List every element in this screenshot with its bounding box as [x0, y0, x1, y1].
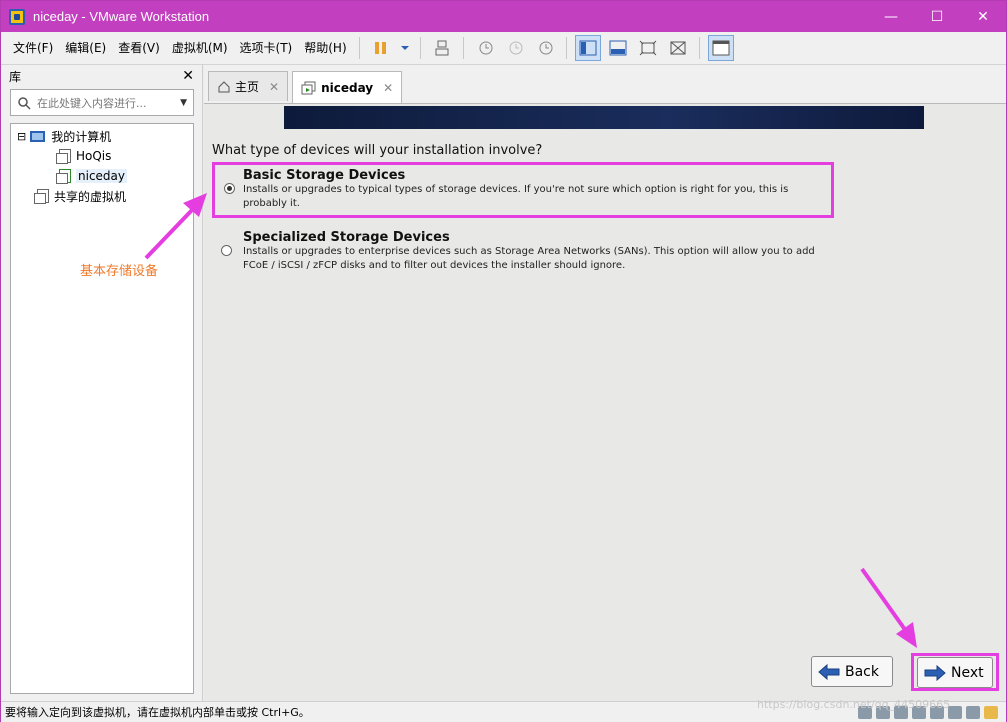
show-library-button[interactable] [574, 35, 601, 61]
vm-running-icon [55, 169, 71, 184]
console-icon [712, 40, 730, 56]
network-icon [435, 40, 449, 56]
message-icon[interactable] [984, 705, 998, 719]
vmware-window: niceday - VMware Workstation — ☐ ✕ 文件(F)… [0, 0, 1007, 722]
unity-button[interactable] [665, 35, 691, 61]
window-title: niceday - VMware Workstation [33, 9, 210, 24]
basic-storage-title: Basic Storage Devices [243, 168, 406, 183]
collapse-icon[interactable]: ⊟ [17, 130, 26, 143]
send-ctrl-alt-del-button[interactable] [429, 35, 455, 61]
search-placeholder: 在此处键入内容进行... [37, 96, 147, 110]
library-sidebar: 库 ✕ 在此处键入内容进行... ▼ ⊟ 我的计算机 HoQis niceday [1, 65, 203, 701]
next-button-highlight: Next [911, 653, 999, 691]
maximize-button[interactable]: ☐ [914, 1, 960, 32]
toolbar-separator [358, 37, 360, 59]
menu-edit[interactable]: 编辑(E) [59, 36, 112, 60]
arrow-left-icon [818, 663, 840, 680]
search-dropdown-icon[interactable]: ▼ [180, 98, 187, 108]
unity-icon [670, 41, 686, 55]
tab-niceday[interactable]: niceday ✕ [292, 71, 403, 103]
shared-vm-icon [33, 189, 49, 204]
storage-question: What type of devices will your installat… [212, 143, 543, 158]
tree-label-shared: 共享的虚拟机 [54, 189, 127, 204]
menu-file[interactable]: 文件(F) [7, 36, 59, 60]
back-button-label: Back [845, 663, 879, 680]
display-icon[interactable] [966, 705, 980, 719]
tab-home-close-icon[interactable]: ✕ [269, 80, 279, 94]
tab-niceday-label: niceday [321, 80, 374, 95]
tab-home[interactable]: 主页 ✕ [208, 71, 289, 101]
vm-console[interactable]: What type of devices will your installat… [204, 103, 1006, 701]
back-button[interactable]: Back [811, 656, 893, 687]
next-button[interactable]: Next [917, 657, 993, 688]
radio-basic-storage[interactable] [224, 183, 235, 194]
fullscreen-icon [639, 40, 656, 56]
tab-home-label: 主页 [235, 80, 260, 94]
tree-item-shared-vms[interactable]: 共享的虚拟机 [33, 186, 126, 206]
search-icon [18, 96, 31, 110]
tree-item-niceday[interactable]: niceday [55, 166, 127, 186]
pause-button[interactable] [368, 35, 394, 61]
clock-icon [509, 41, 523, 55]
minimize-button[interactable]: — [868, 1, 914, 32]
close-library-button[interactable]: ✕ [182, 68, 194, 84]
tree-label-niceday: niceday [76, 169, 127, 183]
toolbar-separator [565, 37, 567, 59]
home-icon [218, 80, 230, 92]
tab-niceday-close-icon[interactable]: ✕ [383, 81, 393, 95]
computer-icon [30, 129, 46, 143]
full-screen-button[interactable] [635, 35, 661, 61]
clock-icon [479, 41, 493, 55]
arrow-right-icon [924, 664, 946, 681]
watermark: https://blog.csdn.net/qq_44509665 [757, 698, 951, 711]
library-header: 库 ✕ [1, 65, 202, 87]
menu-vm[interactable]: 虚拟机(M) [166, 36, 234, 60]
tree-item-my-computer[interactable]: ⊟ 我的计算机 [17, 126, 111, 146]
basic-storage-desc: Installs or upgrades to typical types of… [243, 184, 789, 209]
vmware-app-icon [9, 8, 25, 25]
title-bar: niceday - VMware Workstation — ☐ ✕ [1, 1, 1006, 32]
annotation-label: 基本存储设备 [80, 264, 159, 279]
vm-tab-icon [301, 81, 316, 94]
library-title: 库 [9, 69, 22, 84]
sidebar-icon [579, 40, 597, 56]
menu-toolbar: 文件(F) 编辑(E) 查看(V) 虚拟机(M) 选项卡(T) 帮助(H) [1, 32, 1006, 65]
thumbnail-icon [609, 40, 627, 56]
library-search-input[interactable]: 在此处键入内容进行... ▼ [10, 89, 194, 116]
tree-label-hoqis: HoQis [76, 149, 112, 163]
library-tree: ⊟ 我的计算机 HoQis niceday 共享的虚拟机 [10, 123, 194, 694]
specialized-storage-title: Specialized Storage Devices [243, 230, 450, 245]
menu-tabs[interactable]: 选项卡(T) [234, 36, 299, 60]
clock-icon [539, 41, 553, 55]
tree-item-hoqis[interactable]: HoQis [55, 146, 111, 166]
next-button-label: Next [951, 664, 984, 681]
close-window-button[interactable]: ✕ [960, 1, 1006, 32]
menu-help[interactable]: 帮助(H) [298, 36, 352, 60]
radio-specialized-storage[interactable] [221, 245, 232, 256]
specialized-storage-desc: Installs or upgrades to enterprise devic… [243, 246, 815, 271]
power-dropdown-button[interactable] [398, 35, 412, 61]
main-area: 主页 ✕ niceday ✕ What type of devices will… [204, 65, 1006, 701]
thumbnail-bar-button[interactable] [605, 35, 631, 61]
installer-banner [284, 106, 924, 129]
option-specialized-storage[interactable]: Specialized Storage Devices Installs or … [212, 227, 834, 273]
snapshot-manager-button[interactable] [532, 35, 558, 61]
snapshot-revert-button[interactable] [502, 35, 528, 61]
tree-label-my-computer: 我的计算机 [51, 129, 112, 144]
toolbar-separator [419, 37, 421, 59]
option-basic-storage[interactable]: Basic Storage Devices Installs or upgrad… [212, 162, 834, 218]
menu-view[interactable]: 查看(V) [112, 36, 166, 60]
toolbar-separator [462, 37, 464, 59]
window-controls: — ☐ ✕ [868, 1, 1006, 32]
pause-icon [374, 42, 386, 54]
snapshot-take-button[interactable] [472, 35, 498, 61]
vm-icon [55, 149, 71, 164]
chevron-down-icon [400, 46, 409, 50]
tab-strip: 主页 ✕ niceday ✕ [204, 71, 403, 103]
toolbar-separator [698, 37, 700, 59]
status-text: 要将输入定向到该虚拟机，请在虚拟机内部单击或按 Ctrl+G。 [5, 706, 310, 719]
console-view-button[interactable] [707, 35, 734, 61]
